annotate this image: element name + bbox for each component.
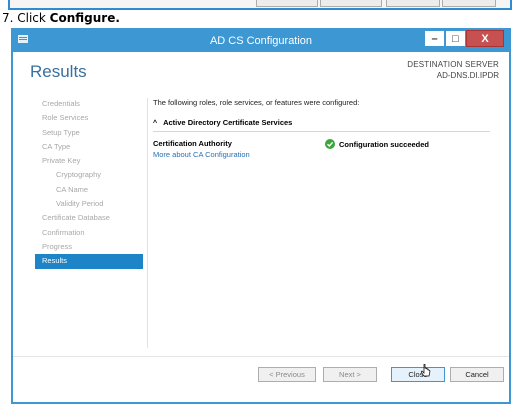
prev-dialog-button bbox=[386, 0, 440, 7]
close-icon: X bbox=[481, 32, 489, 45]
section-divider bbox=[153, 131, 490, 132]
nav-item-certificate-database[interactable]: Certificate Database bbox=[35, 211, 143, 225]
maximize-button[interactable]: □ bbox=[445, 30, 466, 47]
ad-cs-configuration-window: AD CS Configuration – □ X Results DESTIN… bbox=[11, 28, 511, 404]
configuration-status: Configuration succeeded bbox=[325, 139, 429, 149]
nav-item-ca-name[interactable]: CA Name bbox=[35, 183, 143, 197]
status-text: Configuration succeeded bbox=[339, 139, 430, 149]
wizard-nav: Credentials Role Services Setup Type CA … bbox=[35, 97, 143, 269]
nav-item-private-key[interactable]: Private Key bbox=[35, 154, 143, 168]
close-window-button[interactable]: X bbox=[466, 30, 504, 47]
results-intro: The following roles, role services, or f… bbox=[153, 98, 360, 107]
prev-dialog-button bbox=[256, 0, 318, 7]
chevron-up-icon[interactable]: ^ bbox=[153, 120, 157, 127]
nav-item-confirmation[interactable]: Confirmation bbox=[35, 226, 143, 240]
instruction-text: 7. Click Configure. bbox=[2, 11, 120, 25]
destination-server-value: AD-DNS.DI.IPDR bbox=[436, 71, 499, 80]
nav-item-cryptography[interactable]: Cryptography bbox=[35, 168, 143, 182]
mouse-pointer-icon bbox=[421, 364, 431, 377]
prev-dialog-button bbox=[320, 0, 382, 7]
nav-item-role-services[interactable]: Role Services bbox=[35, 111, 143, 125]
prev-dialog-button bbox=[442, 0, 496, 7]
nav-item-results[interactable]: Results bbox=[35, 254, 143, 269]
previous-button[interactable]: < Previous bbox=[258, 367, 316, 382]
nav-item-setup-type[interactable]: Setup Type bbox=[35, 126, 143, 140]
maximize-icon: □ bbox=[452, 32, 459, 45]
minimize-icon: – bbox=[431, 32, 438, 45]
cancel-button[interactable]: Cancel bbox=[450, 367, 504, 382]
instruction-step: 7. Click bbox=[2, 11, 50, 25]
success-check-icon bbox=[325, 139, 335, 149]
more-about-ca-link[interactable]: More about CA Configuration bbox=[153, 150, 250, 159]
destination-server-label: DESTINATION SERVER bbox=[407, 60, 499, 69]
nav-item-credentials[interactable]: Credentials bbox=[35, 97, 143, 111]
close-button[interactable]: Close bbox=[391, 367, 445, 382]
section-title: Active Directory Certificate Services bbox=[163, 118, 293, 127]
nav-divider bbox=[147, 98, 148, 348]
nav-item-validity-period[interactable]: Validity Period bbox=[35, 197, 143, 211]
nav-item-progress[interactable]: Progress bbox=[35, 240, 143, 254]
previous-dialog-edge bbox=[8, 0, 512, 10]
minimize-button[interactable]: – bbox=[424, 30, 445, 47]
instruction-bold: Configure. bbox=[49, 11, 120, 25]
title-bar[interactable]: AD CS Configuration – □ X bbox=[13, 30, 509, 52]
role-service-name: Certification Authority bbox=[153, 139, 232, 148]
page-title: Results bbox=[30, 62, 87, 81]
nav-item-ca-type[interactable]: CA Type bbox=[35, 140, 143, 154]
next-button[interactable]: Next > bbox=[323, 367, 377, 382]
footer-divider bbox=[13, 356, 509, 357]
section-header[interactable]: ^ Active Directory Certificate Services bbox=[153, 118, 292, 127]
